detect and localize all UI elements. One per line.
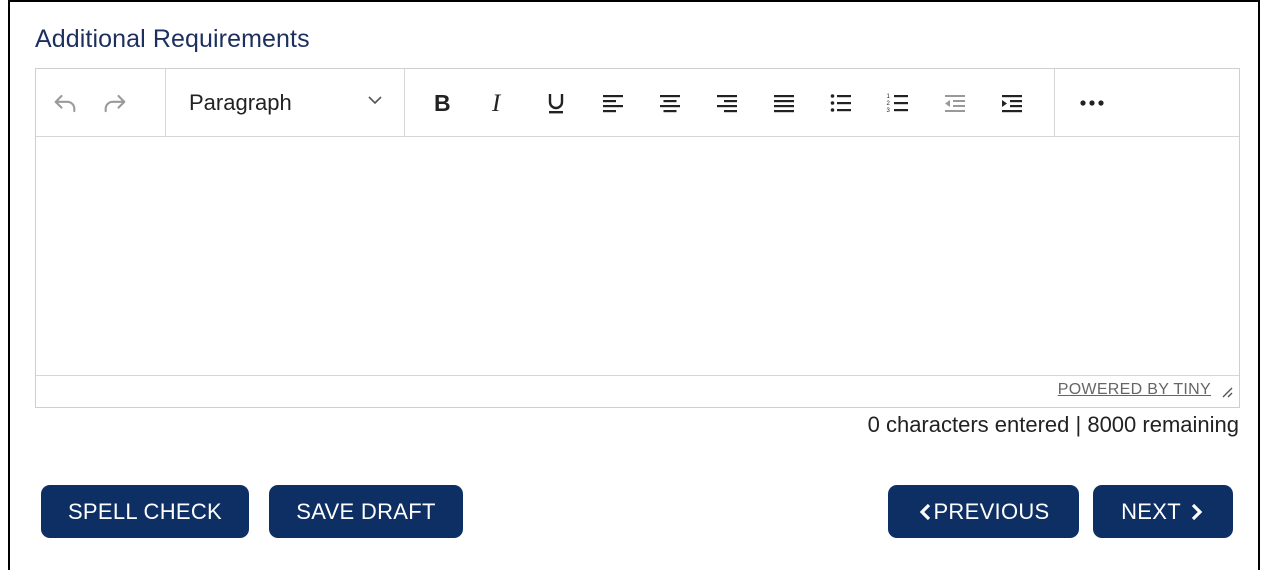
spell-check-button[interactable]: SPELL CHECK	[41, 485, 249, 538]
editor-content-area[interactable]	[36, 136, 1239, 376]
editor-toolbar: Paragraph B I 1 2 3	[36, 69, 1239, 137]
underline-icon[interactable]	[541, 88, 571, 118]
numbered-list-icon[interactable]: 123	[883, 88, 913, 118]
more-horizontal-icon[interactable]	[1077, 88, 1107, 118]
italic-icon[interactable]: I	[484, 88, 514, 118]
history-group	[36, 69, 166, 136]
editor-statusbar: POWERED BY TINY	[36, 375, 1239, 407]
align-center-icon[interactable]	[655, 88, 685, 118]
svg-text:3: 3	[887, 108, 891, 114]
format-group: B I 123	[405, 69, 1055, 136]
svg-text:B: B	[434, 90, 451, 116]
align-right-icon[interactable]	[712, 88, 742, 118]
block-format-select[interactable]: Paragraph	[166, 69, 405, 136]
block-format-value: Paragraph	[189, 89, 292, 115]
spell-check-label: SPELL CHECK	[67, 498, 223, 524]
chevron-left-icon	[917, 503, 933, 521]
outdent-icon[interactable]	[940, 88, 970, 118]
undo-icon[interactable]	[50, 88, 80, 118]
bold-icon[interactable]: B	[427, 88, 457, 118]
svg-text:1: 1	[887, 94, 891, 100]
align-left-icon[interactable]	[598, 88, 628, 118]
chevron-right-icon	[1189, 503, 1205, 521]
save-draft-label: SAVE DRAFT	[296, 498, 436, 524]
field-label: Additional Requirements	[35, 25, 310, 53]
previous-label: PREVIOUS	[933, 498, 1050, 524]
rich-text-editor: Paragraph B I 1 2 3 POWERED BY TINY	[35, 68, 1240, 408]
align-justify-icon[interactable]	[769, 88, 799, 118]
more-group	[1055, 69, 1107, 136]
redo-icon[interactable]	[100, 88, 130, 118]
previous-button[interactable]: PREVIOUS	[888, 485, 1079, 538]
svg-text:I: I	[491, 90, 502, 116]
character-counter: 0 characters entered | 8000 remaining	[867, 412, 1239, 437]
indent-icon[interactable]	[997, 88, 1027, 118]
resize-handle-icon[interactable]	[1219, 384, 1233, 403]
next-button[interactable]: NEXT	[1093, 485, 1233, 538]
svg-text:2: 2	[887, 101, 891, 107]
chevron-down-icon	[366, 91, 384, 114]
save-draft-button[interactable]: SAVE DRAFT	[269, 485, 463, 538]
next-label: NEXT	[1121, 498, 1181, 524]
powered-by-link[interactable]: POWERED BY TINY	[1058, 381, 1211, 399]
bullet-list-icon[interactable]	[826, 88, 856, 118]
